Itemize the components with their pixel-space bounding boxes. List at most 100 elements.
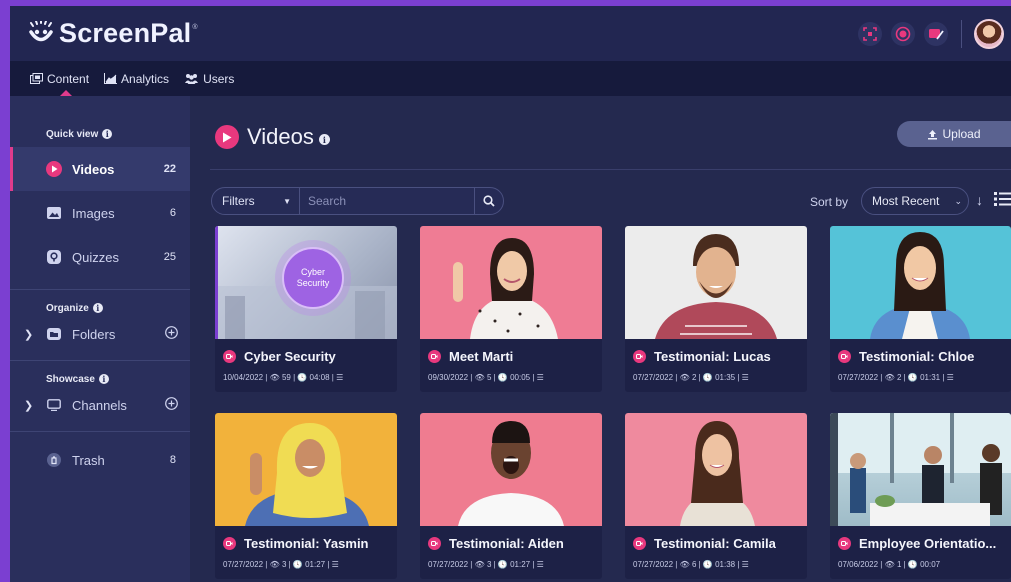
sidebar-item-quizzes[interactable]: Quizzes 25	[10, 235, 190, 279]
tab-analytics[interactable]: Analytics	[104, 61, 169, 96]
person-thumbnail-art	[453, 238, 558, 339]
video-type-icon	[633, 537, 646, 550]
video-title[interactable]: Employee Orientatio...	[838, 536, 996, 551]
info-icon[interactable]: i	[92, 303, 103, 313]
video-meta: 07/27/2022 | 👁 6 | 🕓 01:38 | ☰	[633, 560, 749, 569]
video-type-icon	[633, 350, 646, 363]
info-icon[interactable]: i	[318, 134, 330, 145]
video-meta: 07/27/2022 | 👁 3 | 🕓 01:27 | ☰	[223, 560, 339, 569]
users-icon	[184, 73, 199, 84]
video-thumbnail[interactable]	[625, 226, 807, 339]
sort-label: Sort by	[810, 195, 849, 209]
play-icon	[46, 161, 62, 177]
capture-icon[interactable]	[858, 21, 882, 46]
images-count: 6	[169, 207, 176, 219]
user-avatar[interactable]	[974, 18, 1004, 49]
logo-text: ScreenPal	[59, 18, 192, 48]
office-meeting-thumbnail-art	[830, 413, 1011, 526]
video-title-text: Testimonial: Aiden	[449, 536, 564, 551]
video-meta: 07/27/2022 | 👁 2 | 🕓 01:31 | ☰	[838, 373, 954, 382]
chevron-right-icon[interactable]: ❯	[24, 328, 33, 341]
video-title[interactable]: Meet Marti	[428, 349, 513, 364]
sidebar-item-folders-label: Folders	[72, 326, 116, 342]
video-card[interactable]: Cyber Security Cyber Security 10/04/2022…	[215, 226, 397, 392]
tab-users[interactable]: Users	[184, 61, 234, 96]
page-header: Videos i	[215, 124, 330, 150]
video-thumbnail[interactable]	[215, 413, 397, 526]
sidebar-item-images-label: Images	[72, 205, 115, 221]
page-title: Videos	[247, 124, 314, 149]
channel-icon	[46, 397, 62, 413]
video-title[interactable]: Testimonial: Camila	[633, 536, 776, 551]
info-icon[interactable]: i	[102, 129, 113, 139]
main-nav: Content Analytics Users	[10, 61, 1011, 96]
video-title[interactable]: Cyber Security	[223, 349, 336, 364]
sidebar-item-folders[interactable]: ❯ Folders	[10, 316, 190, 352]
video-card[interactable]: Testimonial: Chloe 07/27/2022 | 👁 2 | 🕓 …	[830, 226, 1011, 392]
video-title[interactable]: Testimonial: Yasmin	[223, 536, 369, 551]
video-type-icon	[838, 537, 851, 550]
sort-direction-icon[interactable]: ↓	[976, 192, 983, 208]
video-meta: 09/30/2022 | 👁 5 | 🕓 00:05 | ☰	[428, 373, 544, 382]
main-content: Videos i Upload Filters ▼ Sort by Most R…	[190, 96, 1011, 582]
upload-button[interactable]: Upload	[897, 121, 1011, 147]
video-card[interactable]: Meet Marti 09/30/2022 | 👁 5 | 🕓 00:05 | …	[420, 226, 602, 392]
video-title[interactable]: Testimonial: Aiden	[428, 536, 564, 551]
info-icon[interactable]: i	[98, 374, 109, 384]
list-view-icon[interactable]	[994, 192, 1011, 211]
upload-label: Upload	[942, 127, 981, 141]
top-actions	[858, 6, 1011, 61]
video-title-text: Meet Marti	[449, 349, 514, 364]
video-card[interactable]: Testimonial: Lucas 07/27/2022 | 👁 2 | 🕓 …	[625, 226, 807, 392]
video-title[interactable]: Testimonial: Lucas	[633, 349, 771, 364]
videos-count: 22	[163, 163, 176, 175]
video-thumbnail[interactable]	[830, 413, 1011, 526]
video-card[interactable]: Employee Orientatio... 07/06/2022 | 👁 1 …	[830, 413, 1011, 579]
record-icon[interactable]	[891, 21, 915, 46]
video-type-icon	[428, 537, 441, 550]
sidebar-item-channels[interactable]: ❯ Channels	[10, 387, 190, 423]
registered-mark: ®	[192, 24, 198, 31]
sidebar-item-videos[interactable]: Videos 22	[10, 147, 190, 191]
video-edit-icon[interactable]	[924, 21, 948, 46]
screenpal-logo[interactable]: ScreenPal ®	[27, 18, 198, 49]
video-meta: 10/04/2022 | 👁 59 | 🕓 04:08 | ☰	[223, 373, 344, 382]
sidebar-item-trash[interactable]: Trash 8	[10, 438, 190, 482]
video-type-icon	[838, 350, 851, 363]
search-button[interactable]	[475, 188, 503, 214]
trash-count: 8	[169, 454, 176, 466]
video-title-text: Cyber Security	[244, 349, 336, 364]
videos-play-icon	[215, 125, 239, 149]
showcase-label: Showcase	[46, 373, 95, 385]
video-thumbnail[interactable]	[420, 413, 602, 526]
video-title[interactable]: Testimonial: Chloe	[838, 349, 974, 364]
organize-label: Organize	[46, 302, 89, 314]
upload-icon	[927, 129, 938, 140]
video-thumbnail[interactable]: Cyber Security	[215, 226, 397, 339]
video-card[interactable]: Testimonial: Camila 07/27/2022 | 👁 6 | 🕓…	[625, 413, 807, 579]
thumbnail-text-line1: Cyber	[301, 267, 325, 277]
video-thumbnail[interactable]	[420, 226, 602, 339]
video-card-info: Testimonial: Chloe 07/27/2022 | 👁 2 | 🕓 …	[830, 339, 1011, 392]
content-icon	[30, 73, 43, 84]
add-channel-icon[interactable]	[165, 397, 178, 413]
sidebar-item-images[interactable]: Images 6	[10, 191, 190, 235]
video-meta: 07/27/2022 | 👁 2 | 🕓 01:35 | ☰	[633, 373, 749, 382]
image-icon	[46, 205, 62, 221]
person-thumbnail-art	[458, 421, 564, 526]
cyber-security-thumbnail-art: Cyber Security	[215, 226, 397, 339]
app-window: ScreenPal ® Content Analytics Users Quic…	[10, 6, 1011, 582]
filters-dropdown[interactable]: Filters ▼	[212, 188, 300, 214]
tab-content[interactable]: Content	[30, 61, 89, 96]
video-thumbnail[interactable]	[830, 226, 1011, 339]
sort-select[interactable]: Most Recent ⌄	[861, 187, 969, 215]
chevron-right-icon[interactable]: ❯	[24, 399, 33, 412]
video-meta: 07/06/2022 | 👁 1 | 🕓 00:07	[838, 560, 941, 569]
video-card[interactable]: Testimonial: Yasmin 07/27/2022 | 👁 3 | 🕓…	[215, 413, 397, 579]
showcase-heading: Showcase i	[10, 371, 190, 387]
add-folder-icon[interactable]	[165, 326, 178, 342]
video-card[interactable]: Testimonial: Aiden 07/27/2022 | 👁 3 | 🕓 …	[420, 413, 602, 579]
search-input[interactable]	[300, 188, 475, 214]
analytics-icon	[104, 73, 118, 84]
video-thumbnail[interactable]	[625, 413, 807, 526]
